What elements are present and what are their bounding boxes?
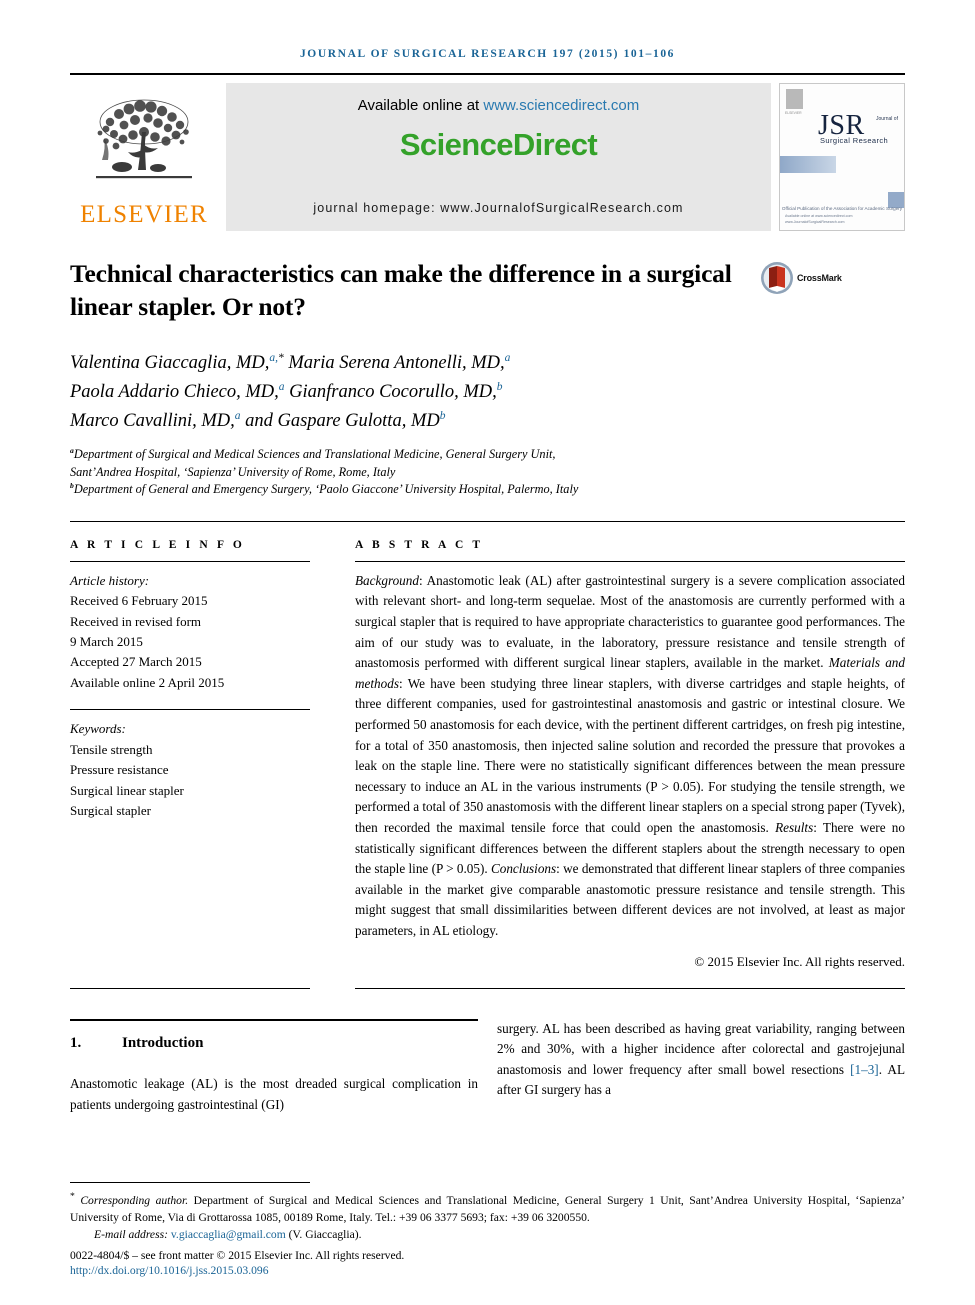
author-list: Valentina Giaccaglia, MD,a,* Maria Seren…: [70, 352, 511, 431]
abstract-bottom-rule-right: [355, 987, 905, 989]
body-column-left: 1. Introduction Anastomotic leakage (AL)…: [70, 1018, 478, 1116]
cover-accent-bar-left: [780, 156, 836, 173]
article-info-column: A R T I C L E I N F O Article history: R…: [70, 539, 310, 970]
cover-elsevier-icon: [786, 89, 803, 109]
email-note: E-mail address: v.giaccaglia@gmail.com (…: [70, 1227, 905, 1244]
article-info-heading: A R T I C L E I N F O: [70, 538, 245, 551]
body-column-right: surgery. AL has been described as having…: [497, 1019, 905, 1116]
footnote-area: * Corresponding author. Department of Su…: [70, 1182, 905, 1277]
intro-paragraph-left: Anastomotic leakage (AL) is the most dre…: [70, 1075, 478, 1112]
abstract-section-lead: Background: [355, 572, 419, 588]
crossmark-label: CrossMark: [797, 273, 842, 283]
journal-homepage-line[interactable]: journal homepage: www.JournalofSurgicalR…: [313, 201, 683, 215]
article-history: Article history: Received 6 February 201…: [70, 571, 310, 693]
keywords-label: Keywords:: [70, 721, 126, 737]
issn-front-matter: 0022-4804/$ – see front matter © 2015 El…: [70, 1249, 405, 1262]
elsevier-logo: ELSEVIER: [70, 83, 218, 231]
section-title: Introduction: [122, 1034, 204, 1051]
history-item: Accepted 27 March 2015: [70, 654, 202, 670]
affiliations: aDepartment of Surgical and Medical Scie…: [70, 446, 579, 497]
sciencedirect-banner: Available online at www.sciencedirect.co…: [226, 83, 771, 231]
history-item: 9 March 2015: [70, 634, 143, 650]
keyword-item: Tensile strength: [70, 741, 153, 757]
abstract-section-lead: Conclusions: [490, 861, 557, 877]
article-first-page: JOURNAL OF SURGICAL RESEARCH 197 (2015) …: [0, 0, 975, 1305]
reference-link-1-3[interactable]: [1–3]: [850, 1062, 879, 1077]
body-columns: 1. Introduction Anastomotic leakage (AL)…: [70, 1018, 905, 1116]
keywords-block: Keywords: Tensile strength Pressure resi…: [70, 719, 310, 821]
sciencedirect-link[interactable]: www.sciencedirect.com: [483, 97, 639, 114]
email-address[interactable]: v.giaccaglia@gmail.com: [171, 1228, 286, 1241]
keyword-item: Surgical linear stapler: [70, 782, 184, 798]
cover-footer-line: Available online at www.sciencedirect.co…: [785, 214, 853, 224]
intro-text-part1: surgery. AL has been described as having…: [497, 1020, 905, 1077]
email-label: E-mail address:: [94, 1228, 168, 1242]
corresponding-marker: *: [70, 1191, 75, 1203]
abstract-section: Materials and methods: We have been stud…: [355, 655, 905, 835]
elsevier-tree-icon: [96, 99, 192, 179]
history-item: Received in revised form: [70, 613, 202, 629]
abstract-bottom-rule-left: [70, 987, 310, 989]
info-section-divider: [70, 520, 905, 522]
available-online-prefix: Available online at: [357, 97, 484, 114]
abstract-heading: A B S T R A C T: [355, 538, 484, 551]
sciencedirect-logo: ScienceDirect: [399, 127, 598, 162]
section-heading-introduction: 1. Introduction: [70, 1032, 478, 1055]
abstract-copyright: © 2015 Elsevier Inc. All rights reserved…: [694, 953, 905, 969]
history-item: Available online 2 April 2015: [70, 674, 225, 690]
masthead: ELSEVIER Available online at www.science…: [70, 83, 905, 231]
cover-acronym-sub: Journal of: [876, 116, 898, 122]
info-abstract-columns: A R T I C L E I N F O Article history: R…: [70, 539, 905, 970]
abstract-rule: [355, 560, 905, 562]
page-title: Technical characteristics can make the d…: [70, 259, 732, 322]
elsevier-wordmark: ELSEVIER: [80, 201, 208, 228]
cover-association-line: Official Publication of the Association …: [781, 206, 903, 211]
footnote-rule: [70, 1182, 310, 1184]
section-number: 1.: [70, 1034, 82, 1051]
article-history-label: Article history:: [70, 572, 150, 588]
keyword-item: Surgical stapler: [70, 802, 151, 818]
intro-paragraph-right: surgery. AL has been described as having…: [497, 1019, 905, 1101]
abstract-section: Background: Anastomotic leak (AL) after …: [355, 573, 905, 670]
crossmark-badge[interactable]: CrossMark: [760, 261, 842, 295]
corresponding-author-note: * Corresponding author. Department of Su…: [70, 1190, 905, 1226]
article-info-rule: [70, 560, 310, 562]
cover-acronym-sub2: Surgical Research: [820, 136, 889, 145]
title-row: Technical characteristics can make the d…: [70, 257, 905, 323]
history-item: Received 6 February 2015: [70, 593, 208, 609]
abstract-column: A B S T R A C T Background: Anastomotic …: [355, 539, 905, 970]
header-divider: [70, 73, 905, 75]
abstract-section-lead: Results: [775, 819, 814, 835]
abstract-bottom-rules: [70, 987, 905, 989]
email-owner: (V. Giaccaglia).: [288, 1228, 362, 1242]
running-head: JOURNAL OF SURGICAL RESEARCH 197 (2015) …: [299, 48, 676, 60]
keyword-item: Pressure resistance: [70, 762, 169, 778]
doi-link[interactable]: http://dx.doi.org/10.1016/j.jss.2015.03.…: [70, 1264, 905, 1277]
keywords-rule: [70, 709, 310, 711]
journal-cover-thumbnail: ELSEVIER JSR Journal of Surgical Researc…: [779, 83, 905, 231]
abstract-section-text: : Anastomotic leak (AL) after gastrointe…: [355, 572, 905, 671]
abstract-section-text: : We have been studying three linear sta…: [355, 675, 905, 835]
abstract-body: Background: Anastomotic leak (AL) after …: [355, 571, 905, 942]
crossmark-icon: [761, 262, 793, 294]
rule-gap: [310, 988, 355, 989]
corresponding-label: Corresponding author.: [80, 1193, 189, 1207]
section-heading-rule: [70, 1018, 478, 1021]
corresponding-text: Department of Surgical and Medical Scien…: [70, 1193, 906, 1224]
available-online-line: Available online at www.sciencedirect.co…: [358, 97, 640, 114]
cover-elsevier-caption: ELSEVIER: [785, 111, 802, 115]
